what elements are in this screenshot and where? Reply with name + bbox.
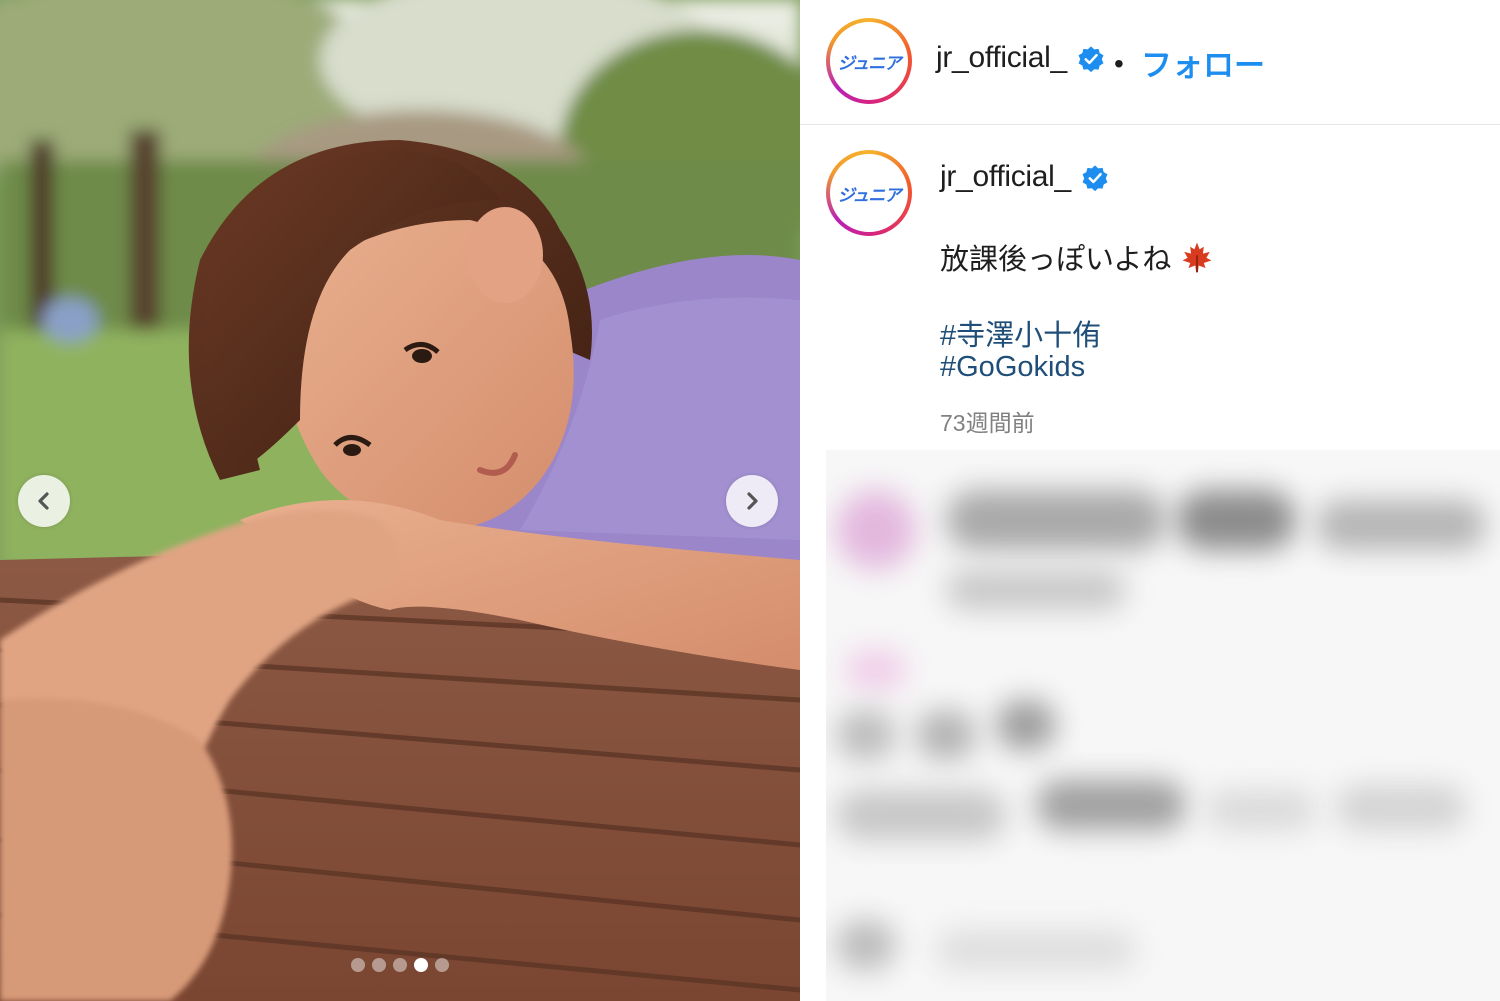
hashtag-link[interactable]: #寺澤小十侑	[940, 312, 1101, 354]
verified-badge-icon	[1078, 46, 1104, 73]
chevron-left-icon	[38, 492, 49, 510]
carousel-next-button[interactable]	[726, 475, 778, 527]
header-username[interactable]: jr_official_	[936, 41, 1067, 75]
comments-blurred	[826, 450, 1500, 1001]
post-media	[0, 0, 800, 1001]
post-timestamp: 73週間前	[940, 410, 1035, 436]
maple-leaf-icon	[1182, 242, 1212, 273]
carousel-indicator	[0, 958, 800, 972]
carousel-dot	[372, 958, 386, 972]
carousel-dot	[435, 958, 449, 972]
avatar-logo: ジュニア	[837, 185, 902, 206]
carousel-prev-button[interactable]	[18, 475, 70, 527]
header-divider	[800, 124, 1500, 125]
header-separator: •	[1114, 48, 1124, 79]
chevron-right-icon	[747, 492, 758, 510]
carousel-dot	[414, 958, 428, 972]
header-avatar[interactable]: ジュニア	[826, 18, 912, 104]
carousel-dot	[351, 958, 365, 972]
follow-button[interactable]: フォロー	[1141, 40, 1265, 85]
caption-username[interactable]: jr_official_	[940, 160, 1071, 194]
caption-text: 放課後っぽいよね	[940, 244, 1172, 276]
hashtag-link[interactable]: #GoGokids	[940, 351, 1085, 384]
post-photo	[0, 0, 800, 1001]
avatar-logo: ジュニア	[837, 53, 902, 74]
verified-badge-icon	[1082, 165, 1108, 192]
caption-avatar[interactable]: ジュニア	[826, 150, 912, 236]
carousel-dot	[393, 958, 407, 972]
